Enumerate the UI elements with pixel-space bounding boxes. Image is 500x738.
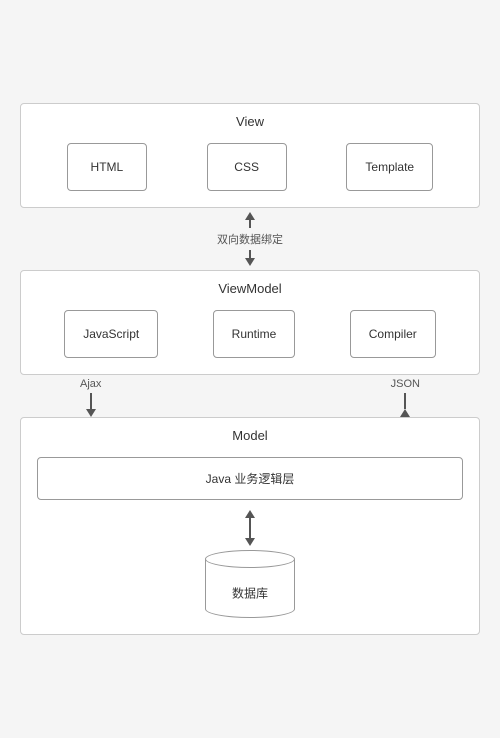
arrow-up-icon (245, 212, 255, 220)
viewmodel-layer-title: ViewModel (37, 281, 463, 296)
connector-label: 双向数据绑定 (217, 231, 283, 247)
database-cylinder: 数据库 (205, 550, 295, 618)
ajax-connector: Ajax (80, 375, 101, 417)
bottom-connectors: Ajax JSON (20, 375, 480, 417)
compiler-box: Compiler (350, 310, 436, 358)
view-viewmodel-connector: 双向数据绑定 (217, 208, 283, 270)
template-box: Template (346, 143, 433, 191)
db-connector (245, 510, 255, 546)
runtime-box: Runtime (213, 310, 296, 358)
arrow-down-icon (245, 258, 255, 266)
db-arrow-up-icon (245, 510, 255, 518)
json-arrow-up-icon (400, 409, 410, 417)
viewmodel-layer: ViewModel JavaScript Runtime Compiler (20, 270, 480, 375)
ajax-arrow-down-icon (86, 409, 96, 417)
connector-line-2 (249, 250, 251, 258)
db-arrow-down-icon (245, 538, 255, 546)
model-layer-inner: Java 业务逻辑层 数据库 (37, 457, 463, 618)
json-label: JSON (391, 378, 420, 390)
connector-line (249, 220, 251, 228)
db-connector-line-top (249, 518, 251, 538)
view-layer-boxes: HTML CSS Template (37, 143, 463, 191)
model-layer-title: Model (37, 428, 463, 443)
ajax-line (90, 393, 92, 409)
html-box: HTML (67, 143, 147, 191)
db-label: 数据库 (232, 585, 268, 602)
diagram: View HTML CSS Template 双向数据绑定 ViewModel … (20, 83, 480, 655)
javascript-box: JavaScript (64, 310, 158, 358)
java-box: Java 业务逻辑层 (37, 457, 463, 500)
css-box: CSS (207, 143, 287, 191)
ajax-label: Ajax (80, 378, 101, 390)
json-line (404, 393, 406, 409)
view-layer: View HTML CSS Template (20, 103, 480, 208)
json-connector: JSON (391, 375, 420, 417)
viewmodel-layer-boxes: JavaScript Runtime Compiler (37, 310, 463, 358)
view-layer-title: View (37, 114, 463, 129)
model-layer: Model Java 业务逻辑层 数据库 (20, 417, 480, 635)
cylinder-top (205, 550, 295, 568)
